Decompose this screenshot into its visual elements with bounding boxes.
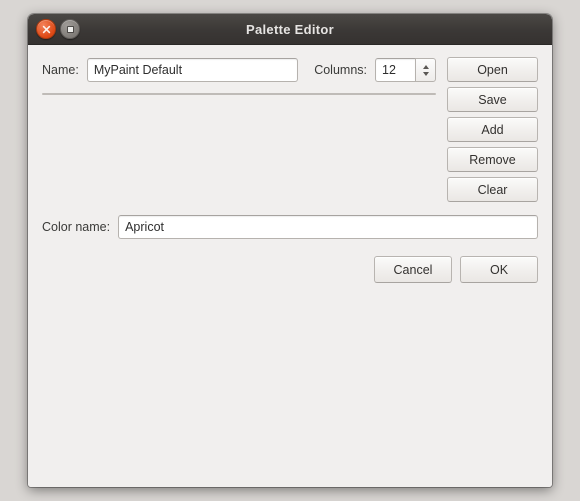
palette-name-input[interactable]: MyPaint Default	[86, 58, 299, 82]
chevron-up-icon[interactable]	[422, 64, 429, 69]
columns-label: Columns:	[314, 63, 367, 77]
close-icon[interactable]	[36, 19, 56, 39]
maximize-glyph	[66, 25, 74, 33]
window-title: Palette Editor	[246, 21, 334, 37]
clear-button[interactable]: Clear	[447, 177, 538, 202]
cancel-button[interactable]: Cancel	[374, 256, 452, 283]
palette-swatch-area[interactable]	[42, 93, 436, 95]
desktop-background: Palette Editor Name: MyPaint Default Col…	[0, 0, 580, 501]
name-row: Name: MyPaint Default Columns: 12	[42, 57, 436, 83]
name-label: Name:	[42, 63, 79, 77]
ok-button[interactable]: OK	[460, 256, 538, 283]
color-name-row: Color name: Apricot	[42, 214, 538, 240]
open-button[interactable]: Open	[447, 57, 538, 82]
color-name-label: Color name:	[42, 220, 111, 234]
palette-action-buttons: Open Save Add Remove Clear	[447, 57, 538, 202]
columns-stepper-buttons[interactable]	[415, 58, 436, 82]
dialog-content: Name: MyPaint Default Columns: 12 Open S…	[28, 45, 552, 487]
window-controls	[36, 19, 84, 39]
maximize-icon[interactable]	[60, 19, 80, 39]
color-name-input[interactable]: Apricot	[118, 215, 538, 239]
left-column: Name: MyPaint Default Columns: 12	[42, 57, 436, 95]
dialog-action-bar: Cancel OK	[42, 254, 538, 283]
palette-editor-window: Palette Editor Name: MyPaint Default Col…	[28, 14, 552, 487]
remove-button[interactable]: Remove	[447, 147, 538, 172]
chevron-down-icon[interactable]	[422, 71, 429, 76]
columns-input[interactable]: 12	[375, 58, 415, 82]
close-glyph	[42, 25, 50, 33]
add-button[interactable]: Add	[447, 117, 538, 142]
save-button[interactable]: Save	[447, 87, 538, 112]
top-section: Name: MyPaint Default Columns: 12 Open S…	[42, 57, 538, 202]
columns-spinner[interactable]: 12	[375, 58, 436, 82]
window-titlebar[interactable]: Palette Editor	[28, 14, 552, 45]
